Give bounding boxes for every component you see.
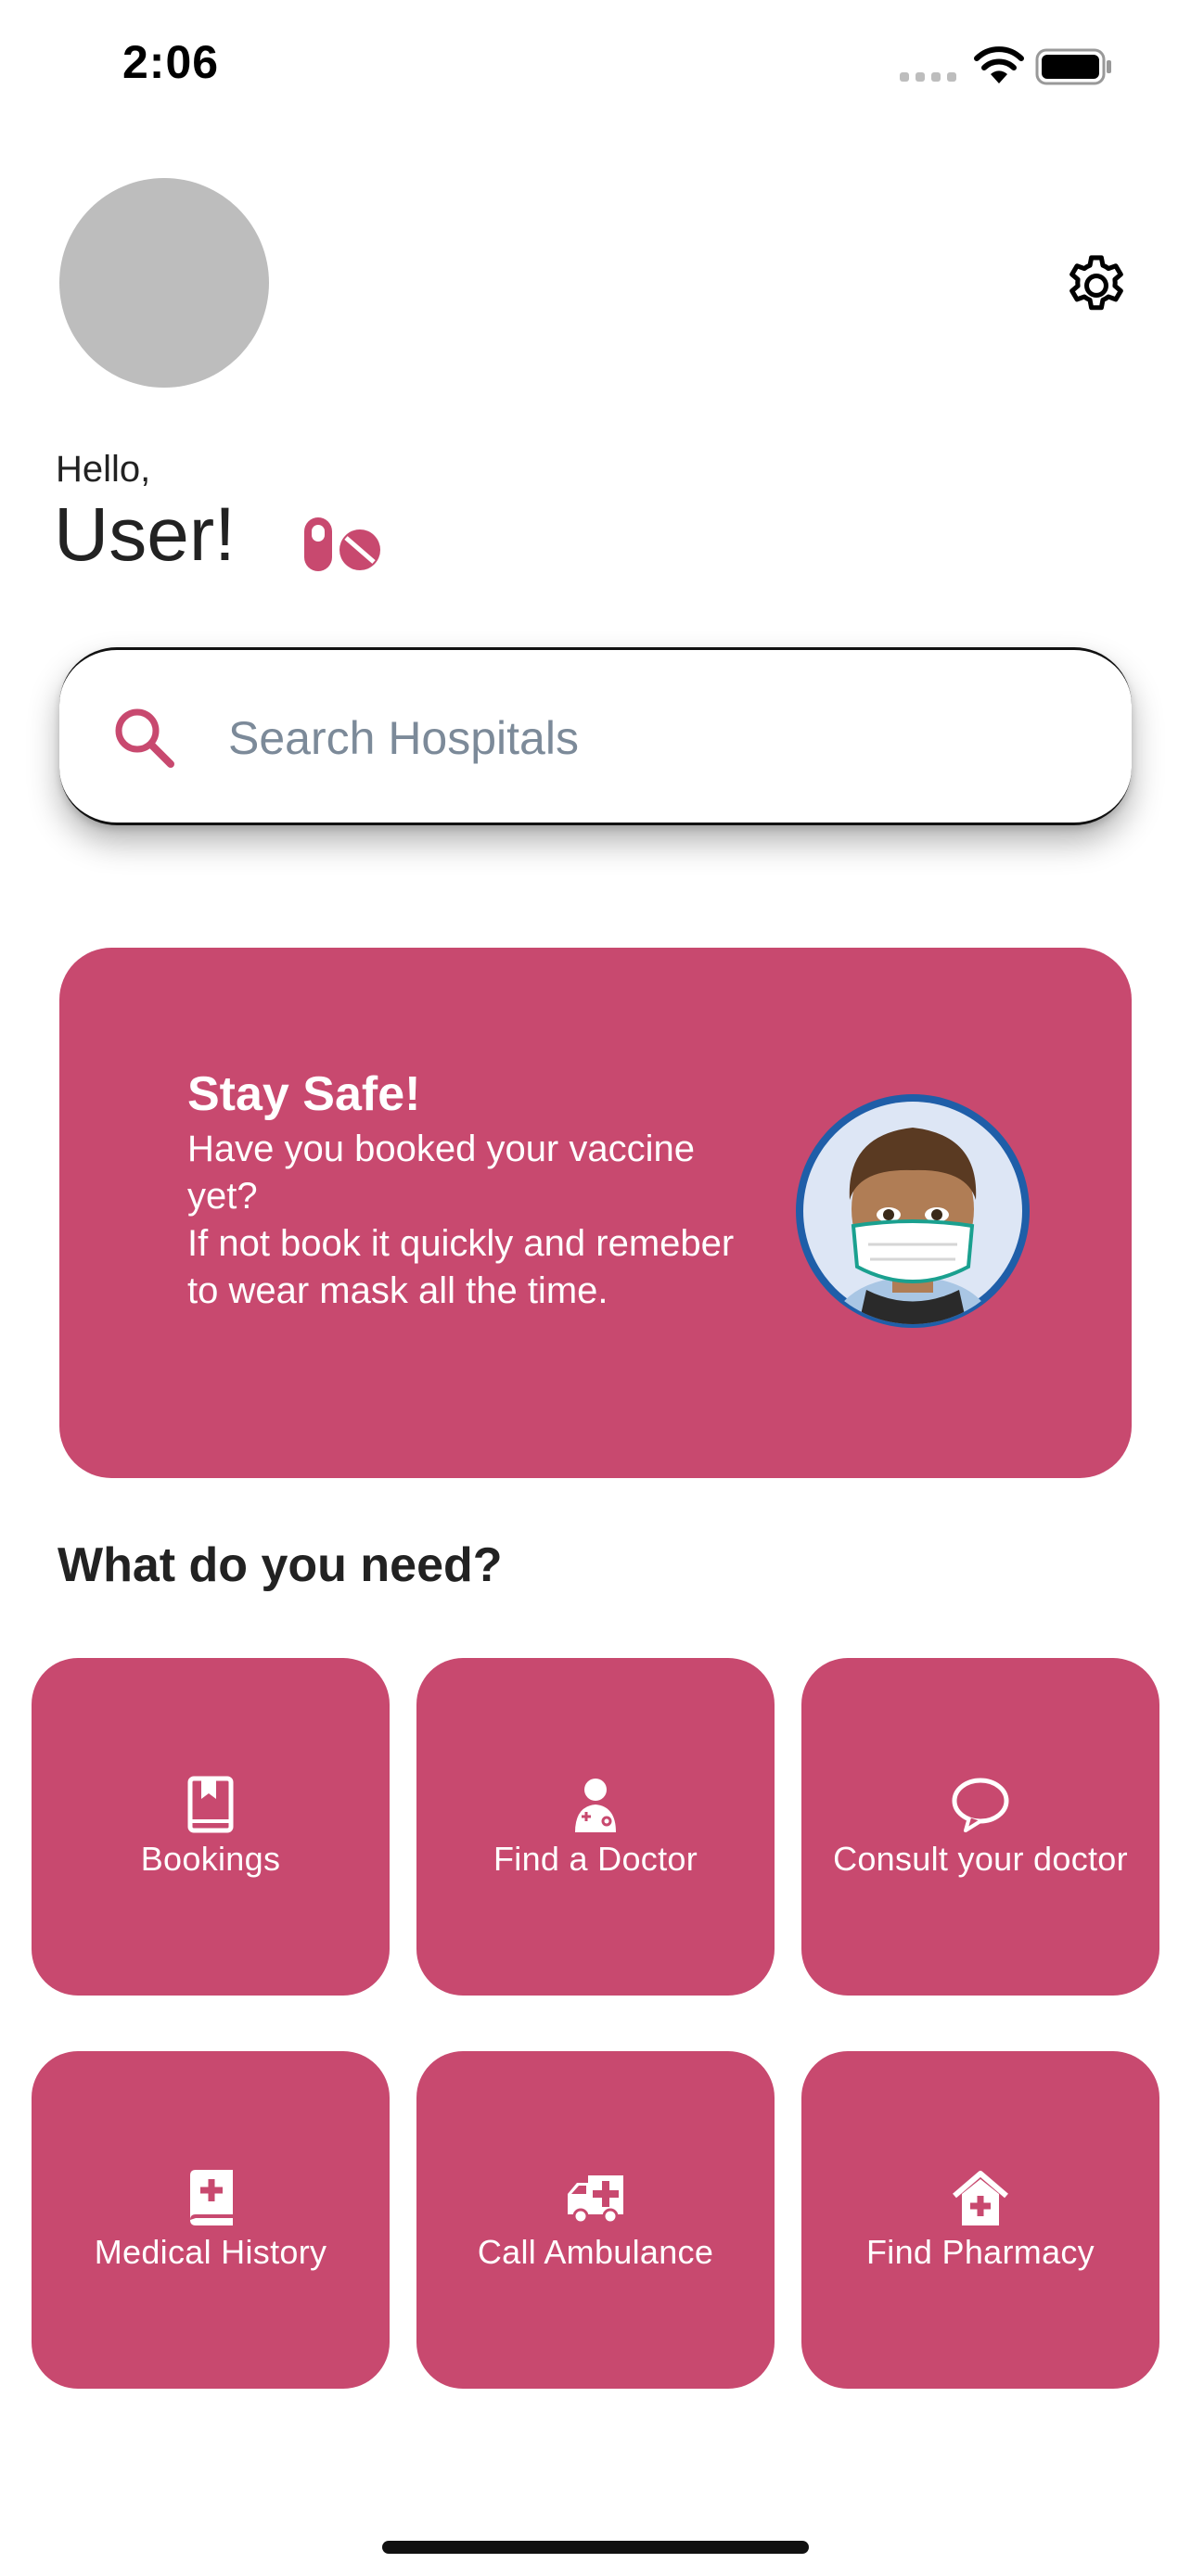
banner-title: Stay Safe! (187, 1067, 421, 1121)
cellular-signal-icon (900, 67, 957, 82)
chat-bubble-icon (952, 1778, 1009, 1832)
banner-message: Have you booked your vaccine yet? If not… (187, 1129, 735, 1311)
pills-icon (304, 517, 380, 571)
search-icon (115, 708, 174, 768)
tile-label: Call Ambulance (477, 2233, 714, 2271)
settings-gear-icon[interactable] (1061, 250, 1132, 321)
battery-icon (1035, 48, 1111, 85)
tile-label: Find Pharmacy (866, 2233, 1095, 2271)
username-label: User! (54, 492, 236, 577)
status-time: 2:06 (122, 36, 220, 88)
bookmark-book-icon (187, 1776, 234, 1833)
ambulance-icon (568, 2175, 623, 2225)
consult-doctor-tile[interactable]: Consult your doctor (801, 1658, 1159, 1996)
bookings-tile[interactable]: Bookings (32, 1658, 390, 1996)
home-indicator[interactable] (382, 2541, 809, 2554)
search-input[interactable] (226, 697, 1065, 779)
medical-book-icon (190, 2170, 233, 2225)
tile-label: Medical History (94, 2233, 327, 2271)
find-pharmacy-tile[interactable]: Find Pharmacy (801, 2051, 1159, 2389)
find-doctor-tile[interactable]: Find a Doctor (416, 1658, 775, 1996)
call-ambulance-tile[interactable]: Call Ambulance (416, 2051, 775, 2389)
avatar[interactable] (59, 178, 269, 388)
pharmacy-house-icon (953, 2171, 1008, 2225)
wifi-icon (974, 46, 1024, 83)
tile-label: Bookings (140, 1840, 281, 1878)
tile-label: Find a Doctor (493, 1840, 698, 1878)
greeting-label: Hello, (56, 449, 151, 490)
doctor-icon (575, 1779, 616, 1832)
medical-history-tile[interactable]: Medical History (32, 2051, 390, 2389)
tile-label: Consult your doctor (833, 1840, 1128, 1878)
masked-person-icon (796, 1094, 1030, 1328)
section-title: What do you need? (58, 1538, 503, 1592)
